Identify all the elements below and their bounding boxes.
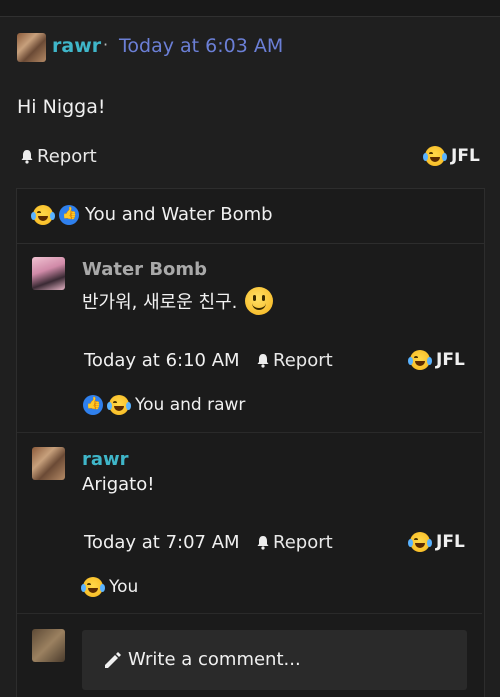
laughing-tears-emoji-icon [408, 350, 432, 370]
bell-icon [257, 354, 269, 368]
post-reaction-button[interactable]: JFL [423, 146, 480, 166]
write-comment-input[interactable]: Write a comment... [82, 630, 467, 690]
laughing-tears-emoji-icon [31, 204, 55, 225]
comment-reactions[interactable]: You [81, 577, 139, 597]
comment-author-name[interactable]: Water Bomb [82, 259, 207, 280]
comment-report-label: Report [273, 532, 333, 553]
comment-report-button[interactable]: Report [256, 350, 333, 371]
comment-reaction-label: JFL [436, 350, 465, 370]
comment-reaction-button[interactable]: JFL [408, 350, 465, 370]
post-body-text: Hi Nigga! [17, 96, 106, 118]
post-report-label: Report [37, 146, 97, 167]
post-timestamp-link[interactable]: Today at 6:03 AM [119, 35, 283, 57]
laughing-tears-emoji-icon [423, 146, 447, 166]
smile-emoji-icon [245, 287, 274, 315]
post-report-button[interactable]: Report [20, 146, 97, 167]
top-divider-strip [0, 0, 500, 17]
post-author-avatar[interactable] [17, 33, 46, 62]
comment-timestamp[interactable]: Today at 7:07 AM [84, 532, 240, 553]
comment-author-avatar[interactable] [32, 447, 65, 480]
comment-text-content: 반가워, 새로운 친구. [82, 292, 238, 313]
current-user-avatar [32, 629, 65, 662]
post-reaction-label: JFL [451, 146, 480, 166]
reaction-summary[interactable]: You and Water Bomb [31, 204, 273, 225]
laughing-tears-emoji-icon [107, 395, 131, 415]
comment-author-name[interactable]: rawr [82, 449, 129, 470]
comment-author-avatar[interactable] [32, 257, 65, 290]
reaction-summary-bar: You and Water Bomb [17, 189, 484, 244]
reaction-summary-text: You and Water Bomb [85, 204, 273, 225]
thumbs-up-emoji-icon [83, 395, 103, 415]
comment-reactions-text: You [109, 577, 139, 597]
comment-divider [17, 613, 482, 614]
post-author-link[interactable]: rawr [52, 35, 101, 57]
comment-timestamp[interactable]: Today at 6:10 AM [84, 350, 240, 371]
pencil-icon [105, 652, 121, 668]
comment-divider [17, 432, 482, 433]
laughing-tears-emoji-icon [81, 577, 105, 597]
comment-report-button[interactable]: Report [256, 532, 333, 553]
comment-text: 반가워, 새로운 친구. [82, 287, 274, 315]
write-comment-placeholder: Write a comment... [128, 649, 301, 670]
bell-icon [21, 150, 33, 164]
comment-text: Arigato! [82, 474, 155, 495]
thumbs-up-emoji-icon [59, 204, 79, 225]
laughing-tears-emoji-icon [408, 532, 432, 552]
comment-reactions-text: You and rawr [135, 395, 246, 415]
comment-reactions[interactable]: You and rawr [83, 395, 245, 415]
comment-reaction-button[interactable]: JFL [408, 532, 465, 552]
post-header-separator: · [103, 35, 109, 54]
comment-reaction-label: JFL [436, 532, 465, 552]
bell-icon [257, 536, 269, 550]
comment-report-label: Report [273, 350, 333, 371]
